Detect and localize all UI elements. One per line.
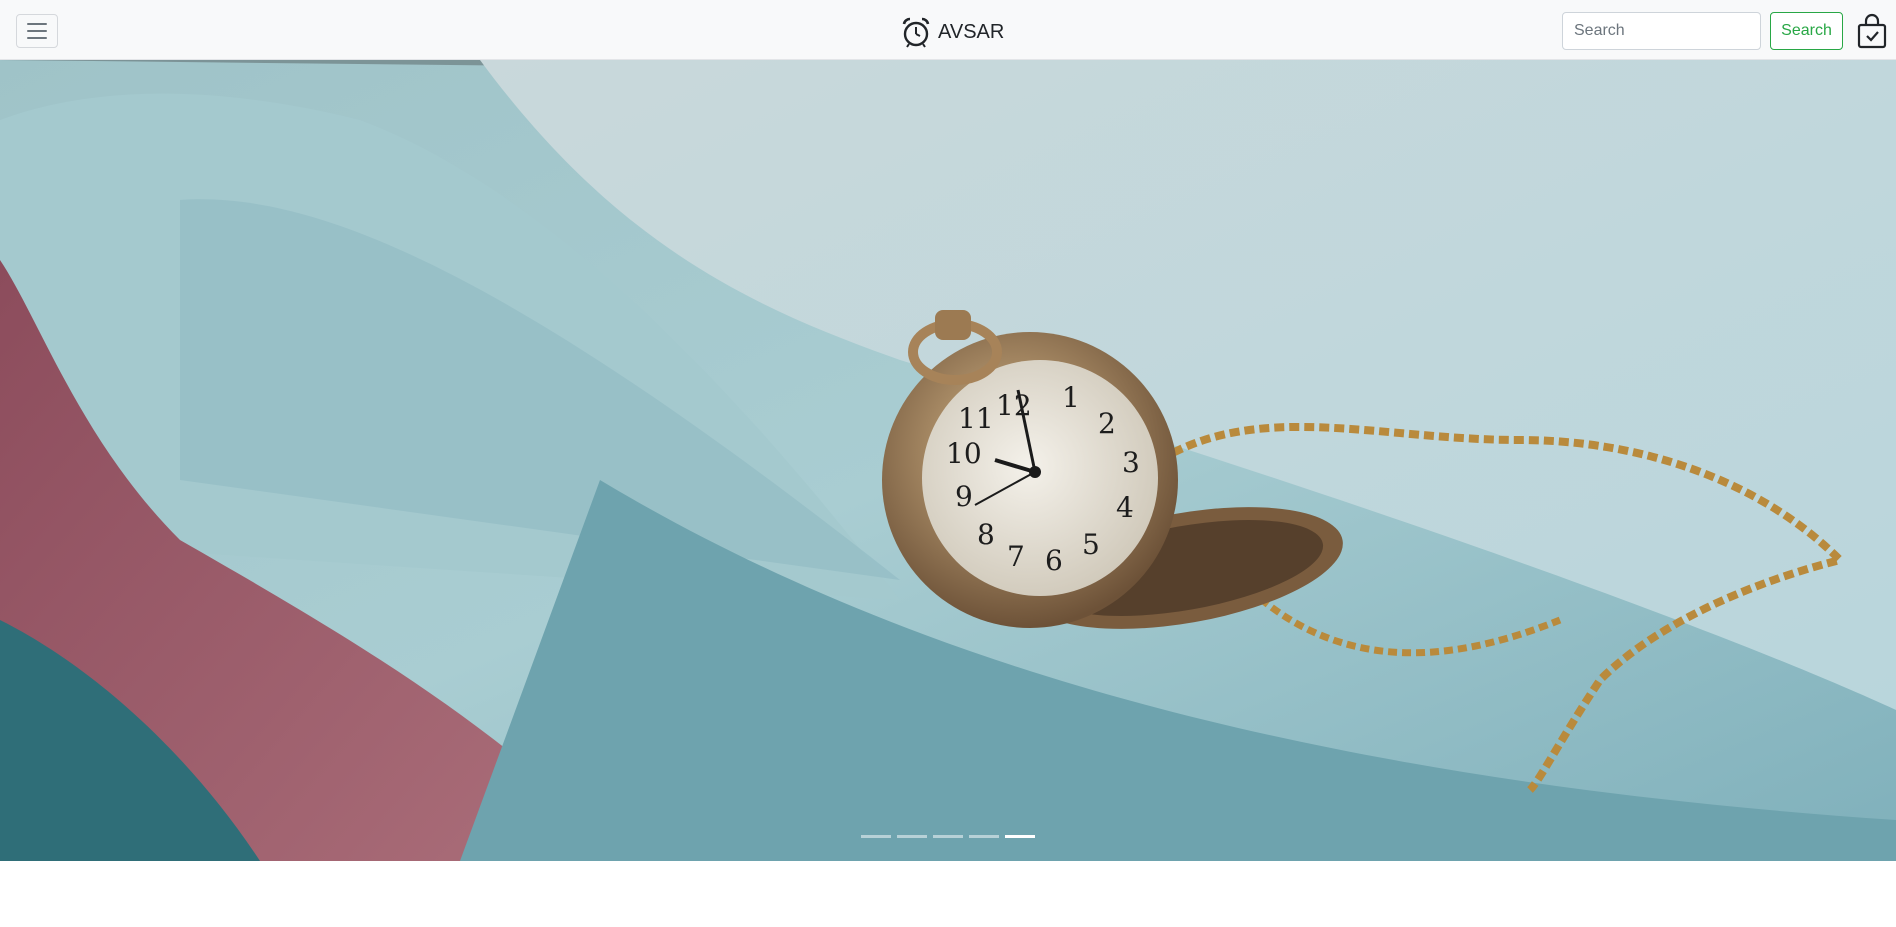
hamburger-menu-icon <box>27 23 47 25</box>
carousel-indicator[interactable] <box>897 835 927 838</box>
svg-text:2: 2 <box>1098 407 1116 440</box>
svg-text:10: 10 <box>946 437 982 470</box>
top-navbar: AVSAR Search <box>0 0 1896 60</box>
carousel-indicator-active[interactable] <box>1005 835 1035 838</box>
svg-text:4: 4 <box>1116 491 1134 524</box>
alarm-clock-icon <box>902 17 930 48</box>
carousel-indicator[interactable] <box>933 835 963 838</box>
svg-text:7: 7 <box>1007 540 1025 573</box>
carousel-indicator[interactable] <box>861 835 891 838</box>
brand-link[interactable]: AVSAR <box>900 16 1004 48</box>
svg-text:12: 12 <box>996 389 1032 422</box>
brand-name: AVSAR <box>938 20 1005 43</box>
svg-text:3: 3 <box>1122 446 1140 479</box>
svg-text:1: 1 <box>1062 381 1080 414</box>
svg-text:9: 9 <box>955 480 973 513</box>
svg-text:11: 11 <box>958 402 994 435</box>
carousel-indicator[interactable] <box>969 835 999 838</box>
shopping-bag-check-icon <box>1857 13 1887 49</box>
menu-toggle-button[interactable] <box>16 14 58 48</box>
svg-text:5: 5 <box>1082 528 1100 561</box>
cart-link[interactable] <box>1856 13 1888 49</box>
search-button[interactable]: Search <box>1770 12 1843 50</box>
hamburger-bar <box>27 37 47 39</box>
pocket-watch-photo: 12 1 2 3 4 5 6 7 8 9 10 11 <box>0 60 1896 861</box>
hamburger-bar <box>27 30 47 32</box>
svg-text:6: 6 <box>1045 544 1063 577</box>
carousel-indicators <box>0 831 1896 843</box>
section-heading <box>0 905 1896 927</box>
svg-text:8: 8 <box>977 518 995 551</box>
hero-carousel: 12 1 2 3 4 5 6 7 8 9 10 11 <box>0 60 1896 861</box>
search-input[interactable] <box>1562 12 1761 50</box>
